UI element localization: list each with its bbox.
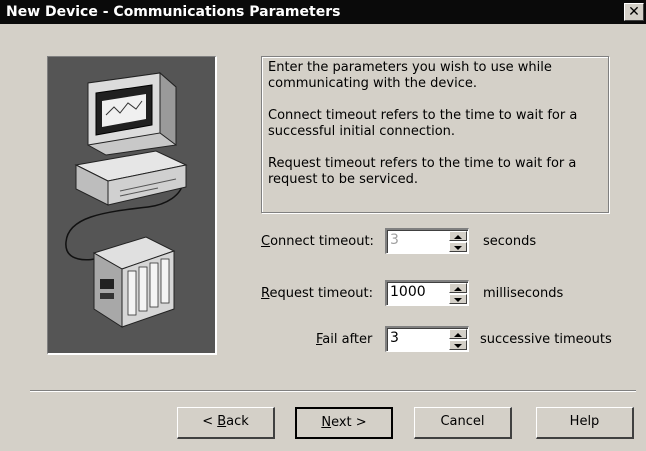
back-button[interactable]: < Back (177, 407, 275, 439)
fail-after-label: Fail after (316, 332, 373, 347)
request-timeout-unit: milliseconds (483, 286, 564, 301)
connect-timeout-down-button[interactable] (449, 242, 467, 252)
info-paragraph-3: Request timeout refers to the time to wa… (268, 156, 577, 187)
fail-after-unit: successive timeouts (480, 332, 612, 347)
fail-after-spinner[interactable]: 3 (385, 326, 469, 352)
separator (30, 390, 636, 392)
next-button[interactable]: Next > (295, 407, 393, 439)
window-title: New Device - Communications Parameters (6, 4, 341, 20)
spin-up-icon (454, 287, 462, 291)
request-timeout-down-button[interactable] (449, 294, 467, 304)
connect-timeout-label: Connect timeout: (261, 234, 374, 249)
help-button[interactable]: Help (536, 407, 634, 439)
connect-timeout-unit: seconds (483, 234, 537, 249)
connect-timeout-up-button[interactable] (449, 231, 467, 241)
computer-device-illustration (47, 56, 217, 355)
fail-after-value[interactable]: 3 (390, 330, 399, 346)
request-timeout-spinner[interactable]: 1000 (385, 280, 469, 306)
spin-up-icon (454, 235, 462, 239)
spin-up-icon (454, 333, 462, 337)
info-paragraph-1: Enter the parameters you wish to use whi… (268, 60, 552, 91)
cancel-button[interactable]: Cancel (414, 407, 512, 439)
close-button[interactable]: ✕ (624, 3, 644, 21)
close-icon: ✕ (628, 3, 640, 19)
fail-after-spin-buttons (449, 329, 467, 350)
request-timeout-label: Request timeout: (261, 286, 373, 301)
connect-timeout-spin-buttons (449, 231, 467, 252)
spin-down-icon (454, 246, 462, 250)
info-paragraph-2: Connect timeout refers to the time to wa… (268, 108, 578, 139)
fail-after-up-button[interactable] (449, 329, 467, 339)
title-bar: New Device - Communications Parameters ✕ (0, 0, 646, 24)
fail-after-down-button[interactable] (449, 340, 467, 350)
info-panel: Enter the parameters you wish to use whi… (261, 56, 609, 213)
computer-device-icon (65, 71, 188, 328)
dialog-window: New Device - Communications Parameters ✕ (0, 0, 646, 451)
connect-timeout-value[interactable]: 3 (390, 232, 399, 248)
connect-timeout-spinner[interactable]: 3 (385, 228, 469, 254)
request-timeout-up-button[interactable] (449, 283, 467, 293)
request-timeout-value[interactable]: 1000 (390, 284, 426, 300)
spin-down-icon (454, 344, 462, 348)
request-timeout-spin-buttons (449, 283, 467, 304)
spin-down-icon (454, 298, 462, 302)
